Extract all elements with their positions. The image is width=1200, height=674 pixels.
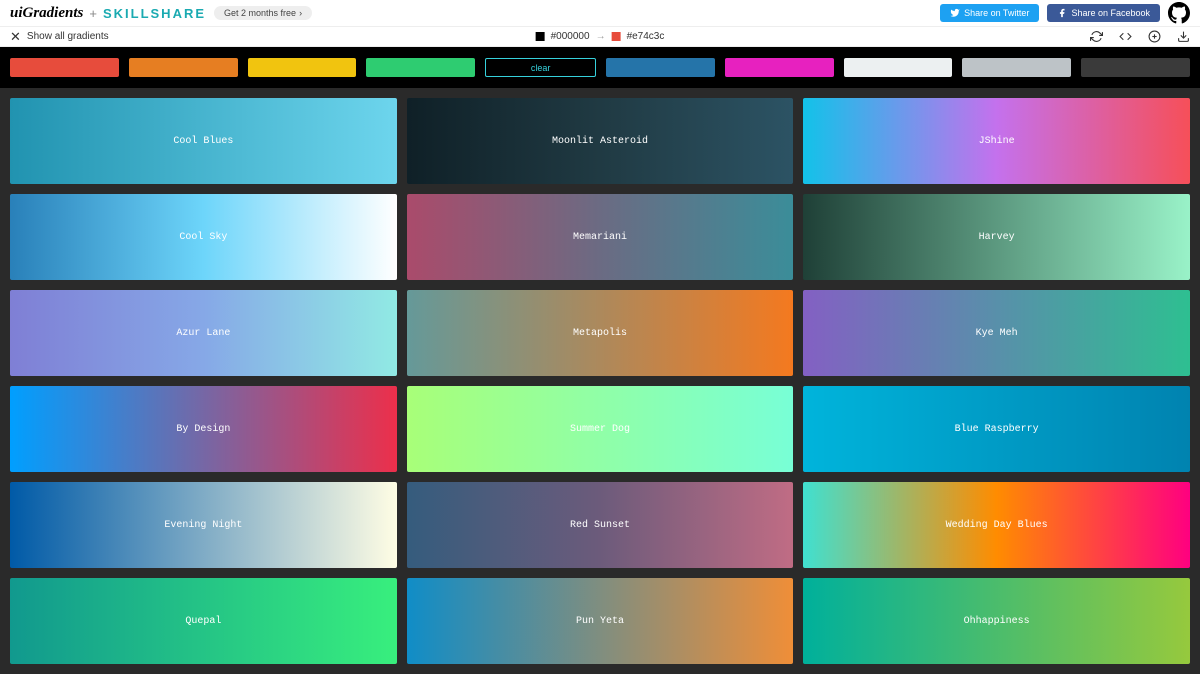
show-all-toggle[interactable]: ✕ Show all gradients [10, 29, 109, 45]
share-twitter-button[interactable]: Share on Twitter [940, 4, 1039, 22]
hex-from: #000000 [551, 31, 590, 42]
filter-chip-1[interactable] [129, 58, 238, 77]
filter-chip-3[interactable] [366, 58, 475, 77]
code-icon[interactable] [1119, 30, 1132, 43]
facebook-icon [1057, 8, 1067, 18]
brand-skillshare: SKILLSHARE [103, 6, 206, 21]
arrow-right-icon: → [596, 31, 606, 42]
gradient-tile[interactable]: Red Sunset [407, 482, 794, 568]
gradient-tile[interactable]: Pun Yeta [407, 578, 794, 664]
filter-chip-4[interactable]: clear [485, 58, 596, 77]
color-filter-bar: clear [0, 47, 1200, 88]
gradient-tile[interactable]: Quepal [10, 578, 397, 664]
gradient-name: Memariani [573, 232, 627, 243]
filter-chip-9[interactable] [1081, 58, 1190, 77]
gradient-grid: Cool Blues Moonlit Asteroid JShine Cool Sky… [10, 98, 1190, 664]
gradient-name: Kye Meh [976, 328, 1018, 339]
add-icon[interactable] [1148, 30, 1161, 43]
gradient-name: Ohhappiness [964, 616, 1030, 627]
filter-chip-5[interactable] [606, 58, 715, 77]
filter-chip-8[interactable] [962, 58, 1071, 77]
gradient-tile[interactable]: Kye Meh [803, 290, 1190, 376]
gradient-tile[interactable]: Evening Night [10, 482, 397, 568]
gradient-name: Azur Lane [176, 328, 230, 339]
swatch-to [612, 32, 621, 41]
gradient-tile[interactable]: JShine [803, 98, 1190, 184]
gradient-tile[interactable]: Summer Dog [407, 386, 794, 472]
github-icon[interactable] [1168, 2, 1190, 24]
rotate-icon[interactable] [1090, 30, 1103, 43]
gradient-name: Red Sunset [570, 520, 630, 531]
top-header: uiGradients + SKILLSHARE Get 2 months fr… [0, 0, 1200, 27]
gradient-tile[interactable]: Moonlit Asteroid [407, 98, 794, 184]
brand: uiGradients + SKILLSHARE [10, 5, 206, 22]
gradient-tile[interactable]: Wedding Day Blues [803, 482, 1190, 568]
gradient-name: Cool Blues [173, 136, 233, 147]
gradient-tile[interactable]: Azur Lane [10, 290, 397, 376]
close-icon: ✕ [10, 29, 21, 45]
gradient-name: Evening Night [164, 520, 242, 531]
gradient-name: Harvey [979, 232, 1015, 243]
filter-chip-6[interactable] [725, 58, 834, 77]
current-gradient-hex: #000000 → #e74c3c [536, 31, 665, 42]
brand-logo: uiGradients [10, 5, 83, 22]
share-facebook-button[interactable]: Share on Facebook [1047, 4, 1160, 22]
gradient-name: Metapolis [573, 328, 627, 339]
gradient-tile[interactable]: Cool Blues [10, 98, 397, 184]
gradient-tile[interactable]: Blue Raspberry [803, 386, 1190, 472]
gradient-tile[interactable]: Ohhappiness [803, 578, 1190, 664]
swatch-from [536, 32, 545, 41]
sub-header: ✕ Show all gradients #000000 → #e74c3c [0, 27, 1200, 47]
share-twitter-label: Share on Twitter [964, 8, 1029, 18]
gradient-tile[interactable]: Cool Sky [10, 194, 397, 280]
filter-chip-2[interactable] [248, 58, 357, 77]
gradient-tile[interactable]: Memariani [407, 194, 794, 280]
gradient-name: Cool Sky [179, 232, 227, 243]
promo-pill[interactable]: Get 2 months free [214, 6, 312, 20]
show-all-label: Show all gradients [27, 31, 109, 42]
gradient-tile[interactable]: Harvey [803, 194, 1190, 280]
gradient-name: Quepal [185, 616, 221, 627]
gradient-name: JShine [979, 136, 1015, 147]
gradient-tile[interactable]: By Design [10, 386, 397, 472]
gradient-name: By Design [176, 424, 230, 435]
hex-to: #e74c3c [627, 31, 665, 42]
gradient-name: Moonlit Asteroid [552, 136, 648, 147]
action-icons [1090, 30, 1190, 43]
gradient-name: Pun Yeta [576, 616, 624, 627]
download-icon[interactable] [1177, 30, 1190, 43]
gradient-name: Blue Raspberry [955, 424, 1039, 435]
brand-plus: + [89, 6, 97, 21]
filter-chip-7[interactable] [844, 58, 953, 77]
twitter-icon [950, 8, 960, 18]
gradient-grid-wrap: Cool Blues Moonlit Asteroid JShine Cool Sky… [0, 88, 1200, 674]
gradient-tile[interactable]: Metapolis [407, 290, 794, 376]
gradient-name: Summer Dog [570, 424, 630, 435]
share-facebook-label: Share on Facebook [1071, 8, 1150, 18]
filter-chip-0[interactable] [10, 58, 119, 77]
gradient-name: Wedding Day Blues [946, 520, 1048, 531]
